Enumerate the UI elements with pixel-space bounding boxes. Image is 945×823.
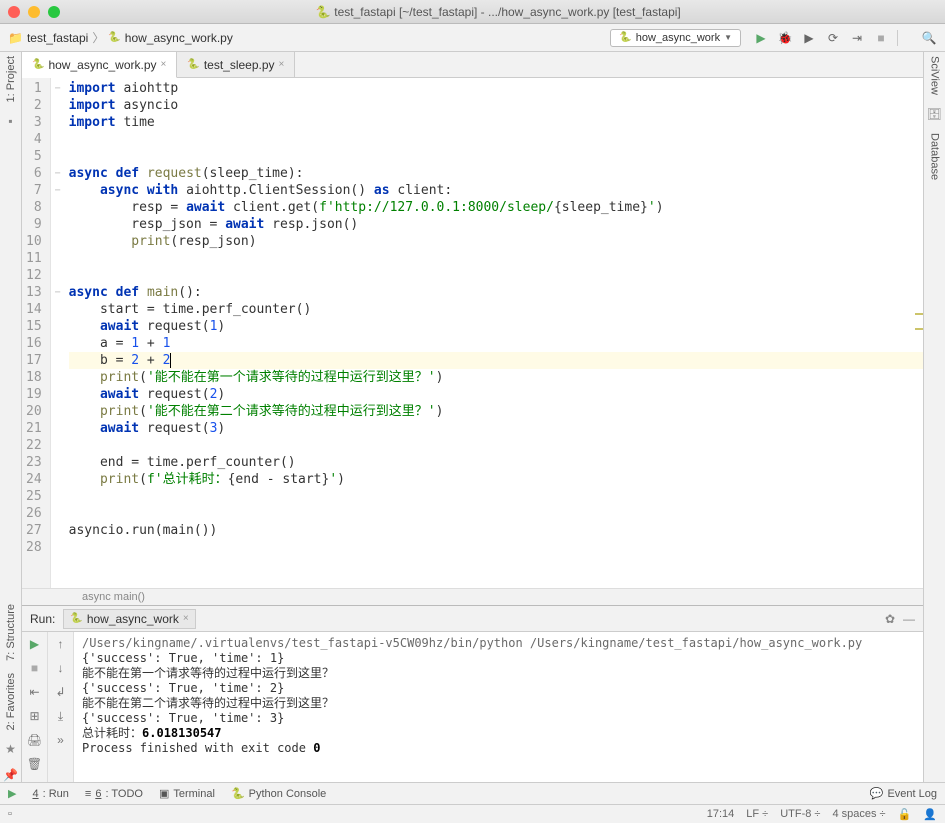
- left-tool-strip: 1: Project ▪ 7: Structure 2: Favorites ★…: [0, 52, 22, 782]
- print-button[interactable]: 🖨: [27, 732, 43, 748]
- run-button[interactable]: ▶: [753, 30, 769, 46]
- editor[interactable]: 1234567891011121314151617181920212223242…: [22, 78, 923, 588]
- python-file-icon: 🐍: [32, 59, 44, 70]
- star-icon: ★: [5, 742, 16, 756]
- run-panel-header: Run: 🐍 how_async_work × ✿ —: [22, 606, 923, 632]
- close-window-button[interactable]: [8, 6, 20, 18]
- close-icon[interactable]: ×: [183, 613, 189, 624]
- settings-icon[interactable]: ✿: [885, 612, 895, 626]
- debug-button[interactable]: 🐞: [777, 30, 793, 46]
- close-icon[interactable]: ×: [279, 59, 285, 70]
- collapse-icon[interactable]: ▪: [8, 114, 12, 128]
- console-output[interactable]: /Users/kingname/.virtualenvs/test_fastap…: [74, 632, 923, 782]
- maximize-window-button[interactable]: [48, 6, 60, 18]
- editor-breadcrumb[interactable]: async main(): [22, 588, 923, 605]
- soft-wrap-button[interactable]: ↲: [53, 684, 69, 700]
- editor-tab[interactable]: 🐍 test_sleep.py ×: [177, 52, 295, 77]
- pin-icon: 📌: [3, 768, 18, 782]
- error-stripe[interactable]: [911, 78, 923, 588]
- editor-tab[interactable]: 🐍 how_async_work.py ×: [22, 52, 177, 78]
- run-indicator-icon[interactable]: ▶: [8, 787, 16, 800]
- scroll-end-button[interactable]: ⤓: [53, 708, 69, 724]
- stop-button[interactable]: ■: [873, 30, 889, 46]
- stop-button[interactable]: ■: [27, 660, 43, 676]
- run-panel: Run: 🐍 how_async_work × ✿ — ▶ ■ ⇤ ⊞ 🖨: [22, 605, 923, 782]
- lock-icon[interactable]: 🔓: [898, 808, 912, 821]
- bb-terminal[interactable]: ▣ Terminal: [159, 787, 215, 800]
- status-bar: ▫ 17:14 LF ÷ UTF-8 ÷ 4 spaces ÷ 🔓 👤: [0, 804, 945, 823]
- profile-button[interactable]: ⟳: [825, 30, 841, 46]
- chevron-down-icon: ▼: [724, 33, 732, 42]
- search-everywhere-button[interactable]: 🔍: [921, 30, 937, 46]
- inspections-icon[interactable]: 👤: [923, 808, 937, 821]
- breadcrumb-file[interactable]: how_async_work.py: [125, 31, 233, 45]
- code-fold-gutter[interactable]: −−−−: [51, 78, 65, 588]
- editor-tabs: 🐍 how_async_work.py × 🐍 test_sleep.py ×: [22, 52, 923, 78]
- python-file-icon: 🐍: [619, 32, 631, 43]
- code-body[interactable]: import aiohttpimport asyncioimport time …: [65, 78, 923, 588]
- tool-project[interactable]: 1: Project: [5, 56, 17, 102]
- delete-button[interactable]: 🗑: [27, 756, 43, 772]
- bb-event-log[interactable]: 💬 Event Log: [870, 787, 937, 800]
- window-title: 🐍 test_fastapi [~/test_fastapi] - .../ho…: [60, 5, 937, 19]
- more-icon[interactable]: »: [53, 732, 69, 748]
- tool-database[interactable]: Database: [929, 133, 941, 180]
- close-icon[interactable]: ×: [161, 59, 167, 70]
- line-number-gutter[interactable]: 1234567891011121314151617181920212223242…: [22, 78, 51, 588]
- python-file-icon: 🐍: [187, 59, 199, 70]
- down-stack-button[interactable]: ↓: [53, 660, 69, 676]
- hide-panel-icon[interactable]: —: [903, 612, 915, 626]
- breadcrumb-project[interactable]: test_fastapi: [27, 31, 88, 45]
- window-icon[interactable]: ▫: [8, 808, 12, 820]
- exit-button[interactable]: ⇤: [27, 684, 43, 700]
- attach-button[interactable]: ⇥: [849, 30, 865, 46]
- run-panel-title: Run:: [30, 612, 55, 626]
- run-config-select[interactable]: 🐍 how_async_work ▼: [610, 29, 741, 47]
- tool-structure[interactable]: 7: Structure: [5, 604, 17, 661]
- traffic-lights: [8, 6, 60, 18]
- tab-label: how_async_work.py: [48, 58, 156, 72]
- layout-button[interactable]: ⊞: [27, 708, 43, 724]
- toolbar: 📁 test_fastapi 〉 🐍 how_async_work.py 🐍 h…: [0, 24, 945, 52]
- database-icon: 🗄: [927, 107, 942, 121]
- up-stack-button[interactable]: ↑: [53, 636, 69, 652]
- breadcrumb[interactable]: 📁 test_fastapi 〉 🐍 how_async_work.py: [8, 29, 233, 46]
- caret-position[interactable]: 17:14: [707, 808, 735, 820]
- tool-favorites[interactable]: 2: Favorites: [5, 673, 17, 730]
- bottom-tool-bar: ▶ 4: 4: RunRun ≡ 6: TODO ▣ Terminal 🐍 Py…: [0, 782, 945, 804]
- file-encoding[interactable]: UTF-8 ÷: [780, 808, 820, 820]
- run-toolbar-primary: ▶ ■ ⇤ ⊞ 🖨 🗑: [22, 632, 48, 782]
- python-file-icon: 🐍: [108, 32, 120, 43]
- tool-sciview[interactable]: SciView: [929, 56, 941, 95]
- line-separator[interactable]: LF ÷: [746, 808, 768, 820]
- python-file-icon: 🐍: [316, 5, 330, 19]
- titlebar: 🐍 test_fastapi [~/test_fastapi] - .../ho…: [0, 0, 945, 24]
- bb-todo[interactable]: ≡ 6: TODO: [85, 788, 143, 800]
- python-file-icon: 🐍: [70, 613, 82, 624]
- coverage-button[interactable]: ▶: [801, 30, 817, 46]
- bb-run[interactable]: 4: 4: RunRun: [32, 788, 68, 800]
- bb-python-console[interactable]: 🐍 Python Console: [231, 787, 326, 800]
- breadcrumb-separator: 〉: [92, 29, 104, 46]
- run-config-area: 🐍 how_async_work ▼ ▶ 🐞 ▶ ⟳ ⇥ ■ 🔍: [610, 29, 937, 47]
- run-panel-tab[interactable]: 🐍 how_async_work ×: [63, 609, 195, 629]
- tab-label: test_sleep.py: [204, 58, 275, 72]
- right-tool-strip: SciView 🗄 Database: [923, 52, 945, 782]
- minimize-window-button[interactable]: [28, 6, 40, 18]
- separator: [897, 30, 913, 46]
- run-toolbar-secondary: ↑ ↓ ↲ ⤓ »: [48, 632, 74, 782]
- rerun-button[interactable]: ▶: [27, 636, 43, 652]
- indent-config[interactable]: 4 spaces ÷: [832, 808, 885, 820]
- folder-icon: 📁: [8, 31, 23, 45]
